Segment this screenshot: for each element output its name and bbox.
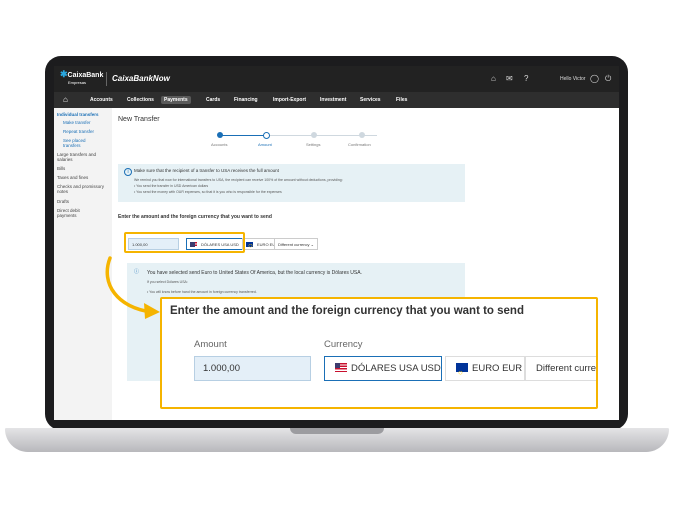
eu-flag-icon bbox=[246, 240, 253, 252]
step-label-settings: Settings bbox=[306, 142, 321, 147]
currency-other-small[interactable]: Different currency ⌄ bbox=[274, 238, 318, 250]
nav-investment[interactable]: Investment bbox=[317, 96, 349, 104]
amount-input[interactable]: 1.000,00 bbox=[194, 356, 311, 381]
sidebar-item-direct-debit[interactable]: Direct debit payments bbox=[57, 208, 97, 218]
notification-icon[interactable]: ⌂ bbox=[491, 74, 496, 83]
step-label-accounts: Accounts bbox=[211, 142, 228, 147]
sidebar-item-make-transfer[interactable]: Make transfer bbox=[63, 120, 91, 125]
sidebar-item-individual-transfers[interactable]: Individual transfers bbox=[57, 112, 99, 117]
progress-fill bbox=[219, 135, 266, 136]
nav-accounts[interactable]: Accounts bbox=[87, 96, 116, 104]
currency-other-button[interactable]: Different curren bbox=[525, 356, 596, 381]
us-flag-icon bbox=[335, 363, 347, 372]
step-dot-confirmation bbox=[359, 132, 365, 138]
divider bbox=[106, 72, 107, 86]
star-icon: ✱ bbox=[60, 69, 68, 79]
amount-section-heading: Enter the amount and the foreign currenc… bbox=[118, 214, 272, 220]
sidebar-item-bills[interactable]: Bills bbox=[57, 166, 65, 171]
notice-line: We remind you that now for international… bbox=[134, 178, 343, 182]
notice-line: • You send the money with OUR expenses, … bbox=[134, 190, 282, 194]
zoomed-amount-callout: Enter the amount and the foreign currenc… bbox=[160, 297, 598, 409]
step-dot-amount bbox=[263, 132, 270, 139]
nav-cards[interactable]: Cards bbox=[203, 96, 223, 104]
sidebar-item-see-placed[interactable]: See placed transfers bbox=[63, 138, 103, 148]
user-icon[interactable]: ◯ bbox=[590, 74, 599, 83]
currency-usd-button[interactable]: DÓLARES USA USD bbox=[324, 356, 442, 381]
step-dot-settings bbox=[311, 132, 317, 138]
highlight-box bbox=[124, 232, 245, 253]
help-icon[interactable]: ? bbox=[524, 74, 528, 83]
step-progress bbox=[219, 135, 377, 136]
laptop-notch bbox=[290, 428, 384, 434]
nav-collections[interactable]: Collections bbox=[124, 96, 157, 104]
step-dot-accounts bbox=[217, 132, 223, 138]
currency-label: Currency bbox=[324, 339, 363, 350]
logo-subtitle: Empresas bbox=[68, 80, 87, 85]
nav-files[interactable]: Files bbox=[393, 96, 410, 104]
notice-heading: Make sure that the recipient of a transf… bbox=[134, 168, 279, 173]
sidebar-item-large-transfers[interactable]: Large transfers and salaries bbox=[57, 152, 107, 162]
nav-services[interactable]: Services bbox=[357, 96, 384, 104]
step-label-confirmation: Confirmation bbox=[348, 142, 371, 147]
amount-label: Amount bbox=[194, 339, 227, 350]
nav-payments[interactable]: Payments bbox=[161, 96, 191, 104]
top-bar: ✱CaixaBank Empresas CaixaBankNow ⌂ ✉ ? H… bbox=[54, 66, 619, 92]
main-nav: ⌂ Accounts Collections Payments Cards Fi… bbox=[54, 92, 619, 108]
chevron-down-icon: ⌄ bbox=[310, 242, 314, 247]
nav-import-export[interactable]: Import-Export bbox=[270, 96, 309, 104]
currency-eur-button[interactable]: EURO EUR bbox=[445, 356, 525, 384]
sidebar-item-drafts[interactable]: Drafts bbox=[57, 199, 69, 204]
caixabank-logo[interactable]: ✱CaixaBank Empresas bbox=[60, 69, 103, 86]
page-title: New Transfer bbox=[118, 116, 160, 123]
user-greeting[interactable]: Hello Victor bbox=[560, 76, 585, 82]
info-icon: i bbox=[124, 168, 132, 176]
sidebar-item-checks[interactable]: Checks and promissory notes bbox=[57, 184, 105, 194]
power-icon[interactable]: ⏻ bbox=[605, 74, 611, 84]
eu-flag-icon bbox=[456, 361, 468, 384]
sidebar-item-repeat-transfer[interactable]: Repeat transfer bbox=[63, 129, 94, 134]
mail-icon[interactable]: ✉ bbox=[506, 74, 513, 83]
sidebar-item-taxes[interactable]: Taxes and fines bbox=[57, 175, 88, 180]
notice-line: • You send the transfer in USD American … bbox=[134, 184, 209, 188]
nav-financing[interactable]: Financing bbox=[231, 96, 261, 104]
zoom-heading: Enter the amount and the foreign currenc… bbox=[170, 305, 524, 317]
home-icon[interactable]: ⌂ bbox=[63, 95, 68, 104]
usa-notice: i Make sure that the recipient of a tran… bbox=[118, 164, 465, 202]
step-label-amount: Amount bbox=[258, 142, 272, 147]
brand-name: CaixaBankNow bbox=[112, 74, 170, 83]
currency-info-heading: You have selected send Euro to United St… bbox=[147, 270, 362, 276]
